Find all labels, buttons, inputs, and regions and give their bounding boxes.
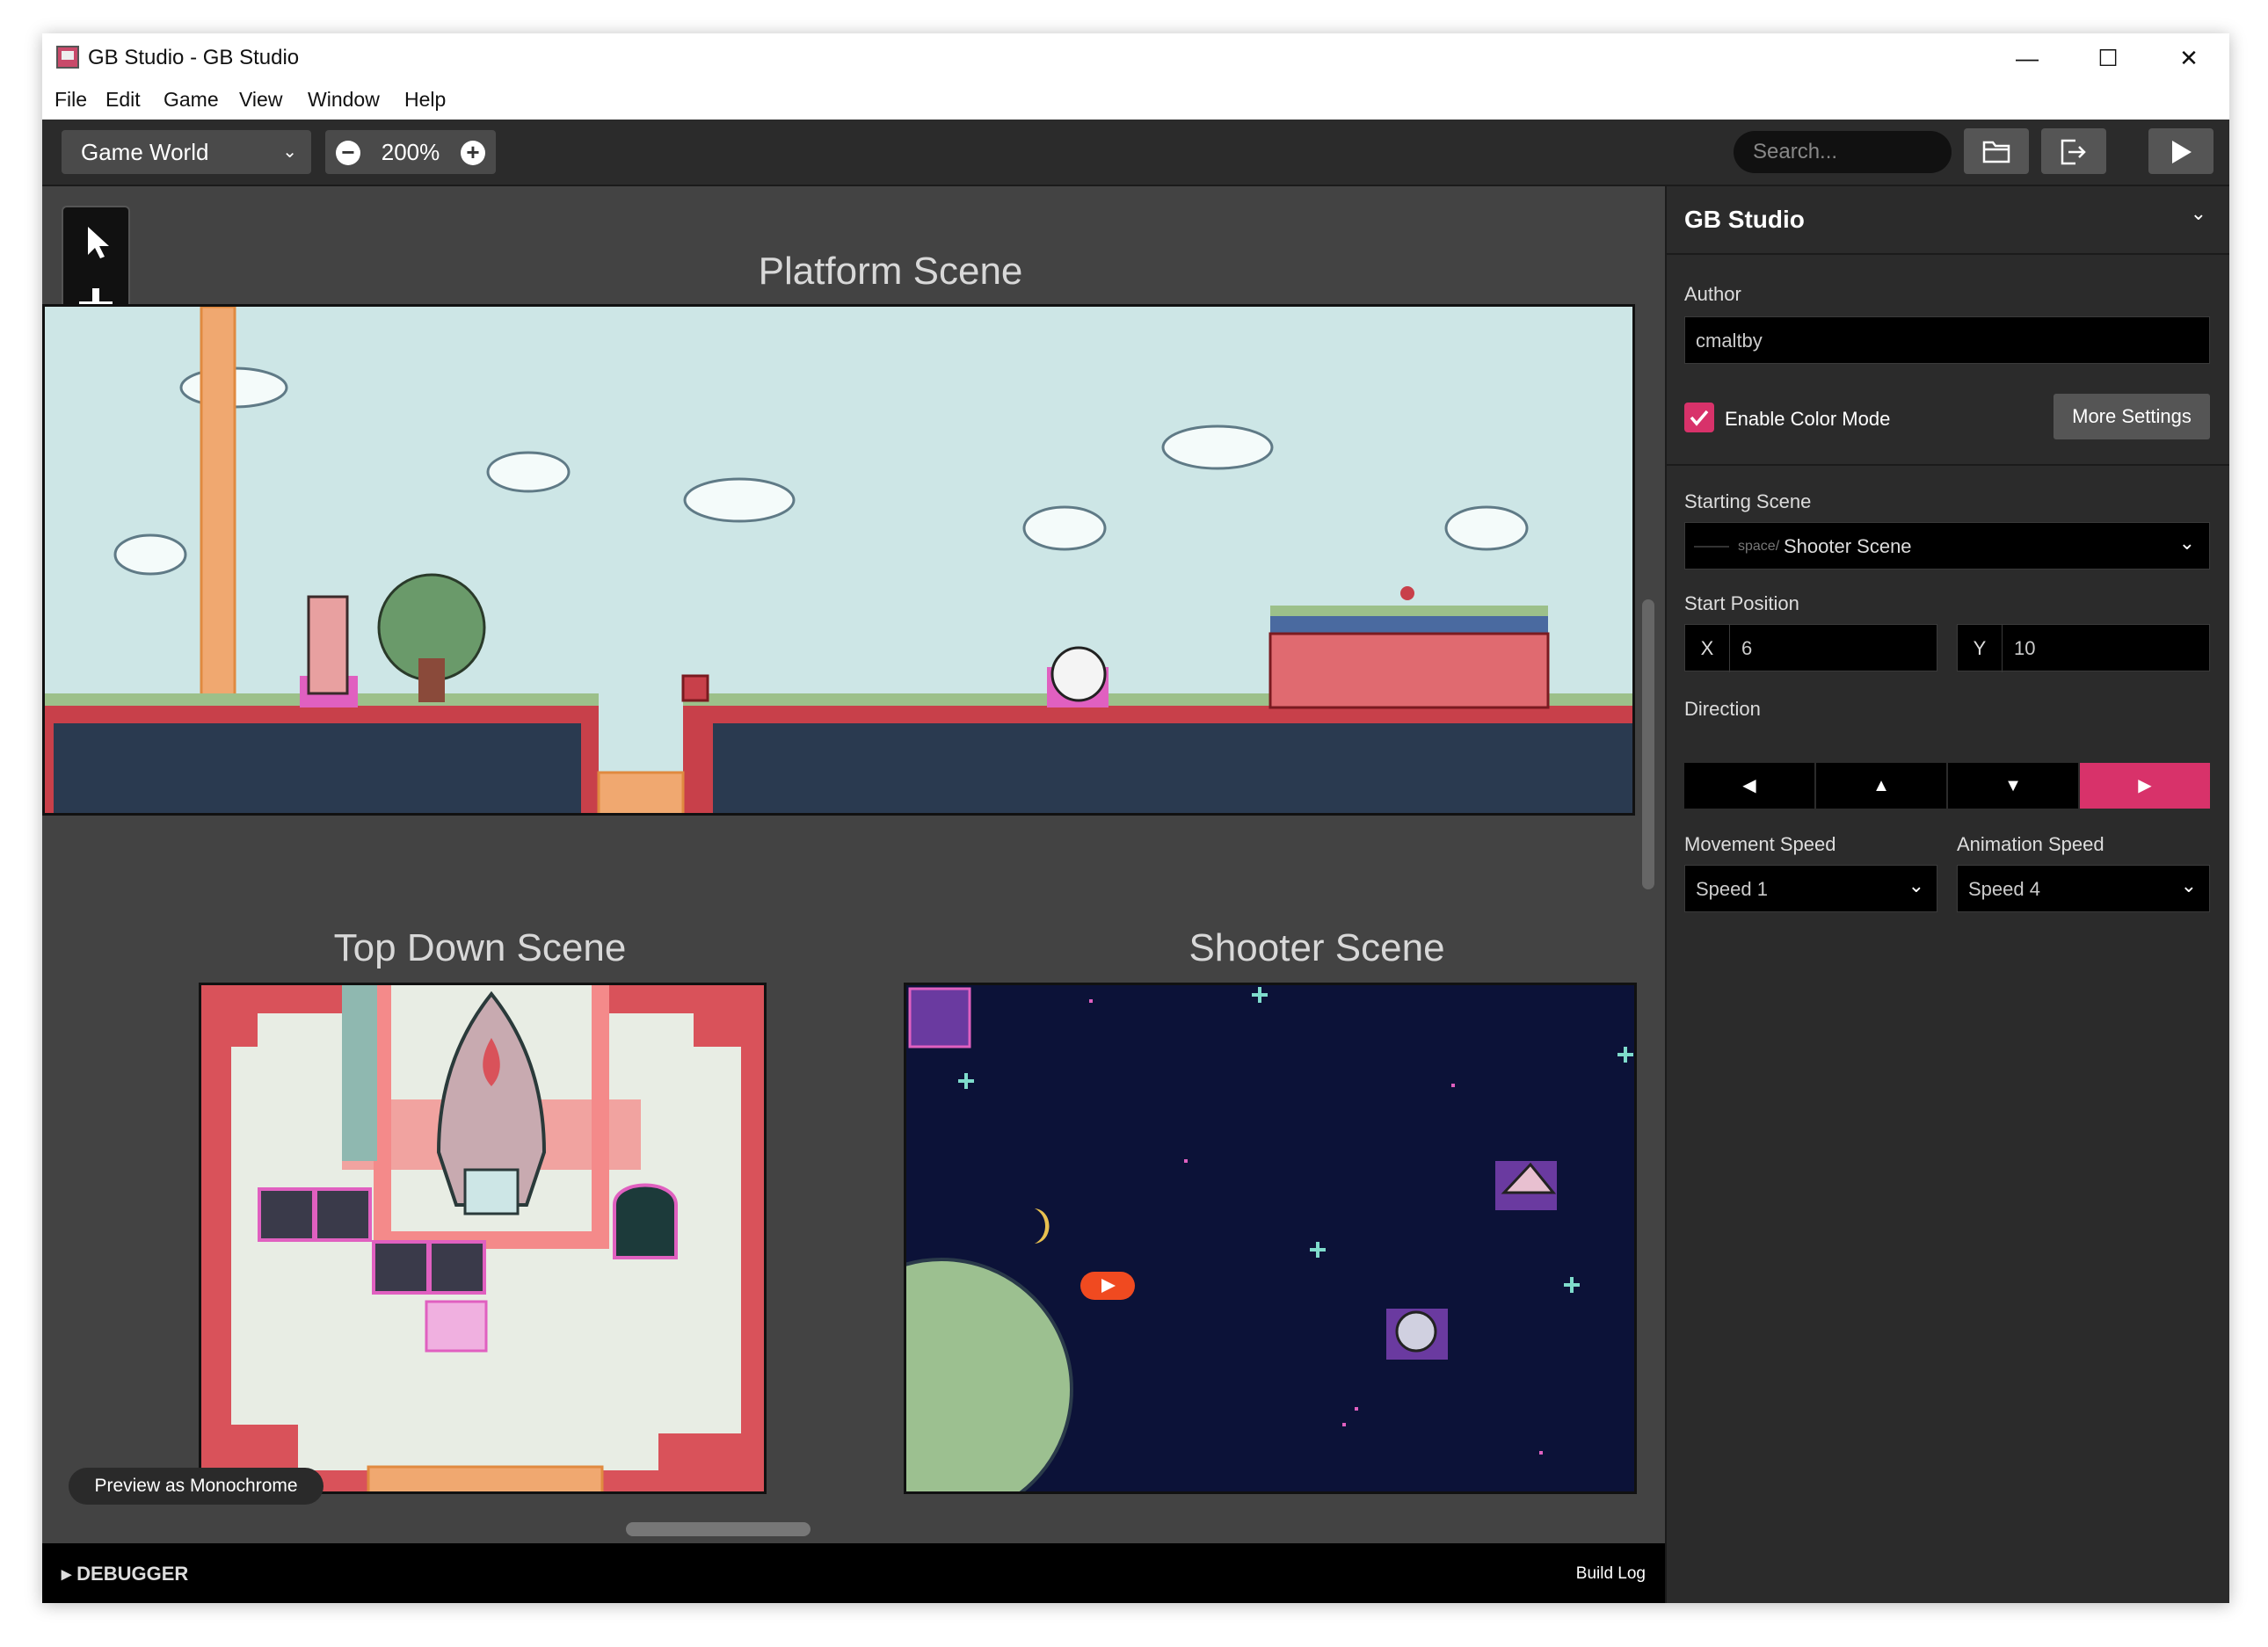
- menu-game[interactable]: Game: [164, 88, 219, 112]
- menu-file[interactable]: File: [55, 88, 87, 112]
- chevron-down-icon: ⌄: [2178, 532, 2195, 554]
- starting-scene-prefix: space/: [1738, 539, 1780, 554]
- menu-bar: File Edit Game View Window Help: [42, 83, 2229, 120]
- topdown-scene[interactable]: [199, 983, 767, 1494]
- y-axis-label: Y: [1958, 625, 2003, 672]
- start-position-label: Start Position: [1684, 592, 1799, 614]
- animation-speed-label: Animation Speed: [1957, 833, 2104, 855]
- run-button[interactable]: [2148, 128, 2213, 174]
- direction-right-button[interactable]: ▶: [2080, 763, 2210, 809]
- direction-left-button[interactable]: ◀: [1684, 763, 1814, 809]
- menu-view[interactable]: View: [239, 88, 282, 112]
- start-y-value: 10: [2014, 637, 2036, 659]
- world-canvas[interactable]: Platform Scene Top Down Scene Shooter Sc…: [42, 186, 1665, 1543]
- movement-speed-label: Movement Speed: [1684, 833, 1836, 855]
- zoom-level: 200%: [381, 139, 440, 165]
- view-select-value: Game World: [81, 139, 209, 165]
- direction-down-button[interactable]: ▼: [1948, 763, 2078, 809]
- color-mode-label: Enable Color Mode: [1725, 408, 1891, 430]
- horizontal-scrollbar[interactable]: [626, 1522, 811, 1536]
- scene-thumbnail: [1694, 546, 1729, 548]
- color-mode-checkbox[interactable]: [1684, 403, 1714, 432]
- platform-scene-image: [45, 307, 1632, 813]
- search-placeholder: Search...: [1753, 140, 1838, 163]
- topdown-scene-title[interactable]: Top Down Scene: [199, 926, 761, 970]
- collapse-chevron-icon[interactable]: ⌄: [2191, 202, 2206, 225]
- menu-window[interactable]: Window: [308, 88, 380, 112]
- starting-scene-select[interactable]: space/ Shooter Scene ⌄: [1684, 522, 2210, 570]
- play-icon: [2172, 141, 2192, 163]
- shooter-scene[interactable]: [904, 983, 1637, 1494]
- menu-edit[interactable]: Edit: [105, 88, 141, 112]
- chevron-down-icon: ⌄: [282, 142, 297, 162]
- movement-speed-value: Speed 1: [1696, 878, 1768, 900]
- build-log-button[interactable]: Build Log: [1576, 1564, 1646, 1584]
- platform-scene[interactable]: [42, 304, 1635, 816]
- shooter-scene-title[interactable]: Shooter Scene: [948, 926, 1665, 970]
- author-value: cmaltby: [1696, 330, 1763, 352]
- author-label: Author: [1684, 283, 1741, 305]
- chevron-down-icon: ⌄: [1908, 874, 1924, 896]
- movement-speed-select[interactable]: Speed 1 ⌄: [1684, 865, 1937, 912]
- author-input[interactable]: cmaltby: [1684, 316, 2210, 364]
- start-x-value: 6: [1741, 637, 1753, 659]
- folder-icon: [1982, 141, 2010, 163]
- maximize-button[interactable]: ☐: [2068, 33, 2148, 83]
- divider: [1667, 464, 2229, 466]
- main-toolbar: Game World ⌄ − 200% + Search...: [42, 120, 2229, 186]
- close-button[interactable]: ✕: [2148, 33, 2229, 83]
- topdown-scene-image: [201, 985, 764, 1491]
- panel-title: GB Studio: [1684, 206, 1805, 233]
- checkmark-icon: [1690, 410, 1709, 426]
- start-x-input[interactable]: X 6: [1684, 624, 1937, 672]
- preview-monochrome-button[interactable]: Preview as Monochrome: [69, 1468, 323, 1505]
- app-window: GB Studio - GB Studio — ☐ ✕ File Edit Ga…: [42, 33, 2229, 1603]
- zoom-control: − 200% +: [325, 130, 496, 174]
- x-axis-label: X: [1685, 625, 1730, 672]
- select-tool[interactable]: [70, 216, 121, 267]
- starting-scene-value: Shooter Scene: [1784, 535, 1912, 557]
- debugger-label: DEBUGGER: [76, 1563, 189, 1585]
- menu-help[interactable]: Help: [404, 88, 446, 112]
- starting-scene-label: Starting Scene: [1684, 490, 1812, 512]
- open-folder-button[interactable]: [1964, 128, 2029, 174]
- minimize-button[interactable]: —: [1987, 33, 2068, 83]
- search-input[interactable]: Search...: [1734, 131, 1952, 173]
- zoom-out-button[interactable]: −: [336, 141, 360, 165]
- project-settings-panel: GB Studio ⌄ Author cmaltby Enable Color …: [1665, 186, 2229, 1603]
- chevron-down-icon: ⌄: [2180, 874, 2197, 896]
- debugger-bar: ▸ DEBUGGER Build Log: [42, 1543, 1665, 1603]
- shooter-scene-image: [906, 985, 1634, 1491]
- start-y-input[interactable]: Y 10: [1957, 624, 2210, 672]
- animation-speed-value: Speed 4: [1968, 878, 2040, 900]
- title-bar: GB Studio - GB Studio — ☐ ✕: [42, 33, 2229, 83]
- animation-speed-select[interactable]: Speed 4 ⌄: [1957, 865, 2210, 912]
- select-icon: [88, 227, 109, 258]
- export-icon: [2061, 139, 2086, 165]
- more-settings-button[interactable]: More Settings: [2054, 394, 2210, 439]
- gb-studio-app-icon: [56, 46, 79, 69]
- caret-right-icon: ▸: [62, 1563, 77, 1585]
- window-title: GB Studio - GB Studio: [88, 46, 300, 69]
- debugger-toggle[interactable]: ▸ DEBUGGER: [62, 1563, 188, 1585]
- direction-up-button[interactable]: ▲: [1816, 763, 1946, 809]
- export-button[interactable]: [2041, 128, 2106, 174]
- platform-scene-title[interactable]: Platform Scene: [482, 250, 1299, 294]
- zoom-in-button[interactable]: +: [461, 141, 485, 165]
- vertical-scrollbar[interactable]: [1642, 599, 1654, 889]
- view-select[interactable]: Game World ⌄: [62, 130, 311, 174]
- panel-header: GB Studio ⌄: [1667, 186, 2229, 255]
- direction-label: Direction: [1684, 698, 1761, 720]
